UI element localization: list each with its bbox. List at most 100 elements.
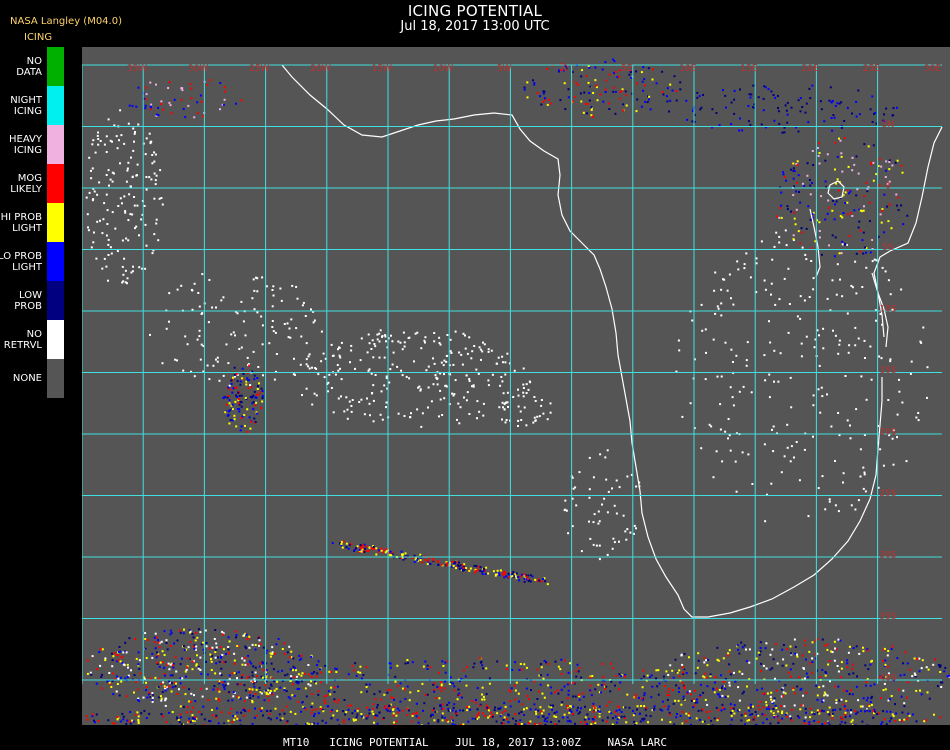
icing-pixel (229, 388, 232, 391)
icing-pixel (784, 684, 787, 687)
icing-pixel (686, 691, 689, 694)
icing-pixel (841, 170, 844, 173)
icing-pixel (580, 100, 583, 103)
icing-pixel (646, 674, 649, 677)
icing-pixel (173, 642, 176, 645)
icing-pixel (820, 108, 823, 111)
icing-pixel (306, 722, 309, 725)
icing-pixel (85, 715, 88, 718)
icing-pixel (741, 646, 744, 649)
icing-pixel (134, 638, 136, 641)
icing-pixel (254, 666, 257, 669)
icing-pixel (149, 108, 152, 111)
icing-pixel (747, 706, 750, 709)
icing-pixel (902, 223, 905, 226)
icing-pixel (342, 721, 345, 724)
icing-pixel (808, 721, 811, 724)
icing-pixel (804, 111, 807, 114)
icing-pixel (445, 360, 448, 363)
icing-pixel (183, 649, 186, 651)
icing-pixel (827, 721, 830, 724)
icing-pixel (243, 684, 246, 687)
icing-pixel (353, 719, 356, 722)
icing-pixel (786, 715, 789, 718)
icing-pixel (124, 210, 127, 212)
icing-pixel (862, 697, 865, 700)
icing-pixel (566, 720, 569, 723)
icing-pixel (243, 714, 246, 717)
icing-pixel (160, 699, 163, 702)
icing-pixel (360, 713, 363, 715)
icing-pixel (744, 712, 747, 715)
icing-pixel (831, 709, 834, 712)
icing-pixel (269, 709, 272, 712)
icing-pixel (864, 246, 867, 249)
icing-pixel (719, 403, 722, 406)
icing-pixel (374, 345, 377, 348)
icing-pixel (427, 365, 430, 368)
icing-pixel (144, 223, 147, 226)
icing-pixel (277, 638, 280, 640)
icing-pixel (319, 671, 322, 674)
icing-pixel (117, 659, 120, 662)
icing-pixel (777, 380, 780, 383)
icing-pixel (287, 336, 290, 339)
icing-pixel (347, 708, 350, 711)
icing-pixel (892, 107, 895, 110)
icing-pixel (202, 705, 205, 708)
icing-pixel (783, 455, 786, 458)
icing-pixel (831, 209, 834, 212)
icing-pixel (387, 707, 390, 710)
icing-pixel (383, 548, 386, 551)
icing-pixel (752, 84, 755, 87)
icing-pixel (895, 106, 898, 109)
icing-pixel (558, 720, 561, 723)
icing-pixel (401, 709, 404, 712)
icing-pixel (597, 683, 600, 686)
icing-pixel (535, 712, 538, 715)
icing-pixel (119, 676, 122, 679)
icing-pixel (167, 87, 170, 89)
legend-label-line: ICING (13, 144, 42, 156)
icing-pixel (173, 98, 176, 101)
icing-pixel (145, 657, 148, 659)
icing-pixel (816, 694, 819, 697)
icing-pixel (768, 707, 771, 710)
icing-pixel (554, 723, 557, 725)
icing-pixel (840, 155, 843, 158)
icing-pixel (862, 231, 865, 234)
icing-pixel (608, 108, 611, 110)
icing-pixel (626, 475, 629, 478)
icing-pixel (304, 672, 307, 675)
icing-pixel (932, 663, 935, 666)
icing-pixel (913, 657, 916, 660)
icing-pixel (471, 717, 474, 720)
icing-pixel (137, 663, 140, 666)
icing-pixel (400, 369, 403, 372)
icing-pixel (207, 321, 210, 324)
icing-pixel (249, 427, 252, 430)
icing-pixel (383, 693, 386, 696)
icing-pixel (99, 219, 101, 222)
icing-pixel (251, 722, 254, 725)
icing-pixel (210, 660, 213, 663)
icing-pixel (727, 654, 730, 657)
icing-pixel (575, 504, 578, 507)
icing-pixel (325, 694, 328, 697)
icing-pixel (738, 699, 741, 702)
icing-pixel (254, 421, 257, 423)
icing-pixel (786, 423, 789, 426)
icing-pixel (92, 241, 95, 244)
icing-pixel (446, 703, 449, 706)
icing-pixel (829, 86, 832, 89)
icing-pixel (626, 528, 629, 531)
icing-pixel (560, 703, 563, 706)
icing-pixel (289, 656, 291, 659)
icing-pixel (257, 366, 260, 368)
icing-pixel (144, 632, 147, 635)
icing-pixel (420, 425, 423, 428)
icing-pixel (523, 577, 526, 580)
icing-pixel (857, 699, 860, 702)
icing-pixel (94, 151, 97, 154)
icing-pixel (872, 709, 875, 712)
